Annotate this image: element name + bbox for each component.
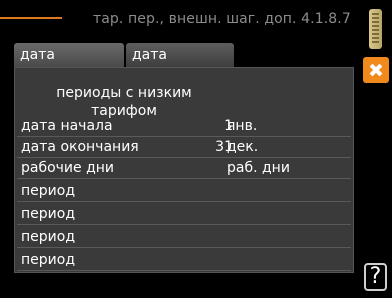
row-unit: раб. дни bbox=[227, 160, 290, 176]
tab-label: дата bbox=[20, 47, 55, 63]
tab-date[interactable]: дата bbox=[126, 43, 234, 67]
row-end-date[interactable]: дата окончания 31 дек. bbox=[17, 138, 351, 158]
row-label: период bbox=[21, 229, 75, 245]
row-label: период bbox=[21, 183, 75, 199]
tab-label: дата bbox=[132, 47, 167, 63]
row-start-date[interactable]: дата начала 1 янв. bbox=[17, 117, 351, 137]
row-period[interactable]: период bbox=[17, 251, 351, 271]
page-title: тар. пер., внешн. шаг. доп. 4.1.8.7 bbox=[93, 11, 351, 27]
row-working-days[interactable]: рабочие дни раб. дни bbox=[17, 159, 351, 179]
row-period[interactable]: период bbox=[17, 205, 351, 225]
section-heading: периоды с низким тарифом bbox=[56, 85, 192, 119]
tools-icon[interactable] bbox=[363, 57, 389, 83]
header-accent-line bbox=[0, 17, 62, 19]
row-label: период bbox=[21, 252, 75, 268]
thermometer-icon[interactable] bbox=[369, 9, 382, 49]
row-label: период bbox=[21, 206, 75, 222]
row-label: дата начала bbox=[21, 118, 113, 134]
tab-date-active[interactable]: дата bbox=[14, 43, 124, 67]
row-label: дата окончания bbox=[21, 139, 139, 155]
row-unit: янв. bbox=[227, 118, 258, 134]
row-period[interactable]: период bbox=[17, 182, 351, 202]
row-period[interactable]: период bbox=[17, 228, 351, 248]
row-unit: дек. bbox=[227, 139, 259, 155]
help-icon[interactable]: ? bbox=[364, 263, 387, 291]
row-label: рабочие дни bbox=[21, 160, 115, 176]
